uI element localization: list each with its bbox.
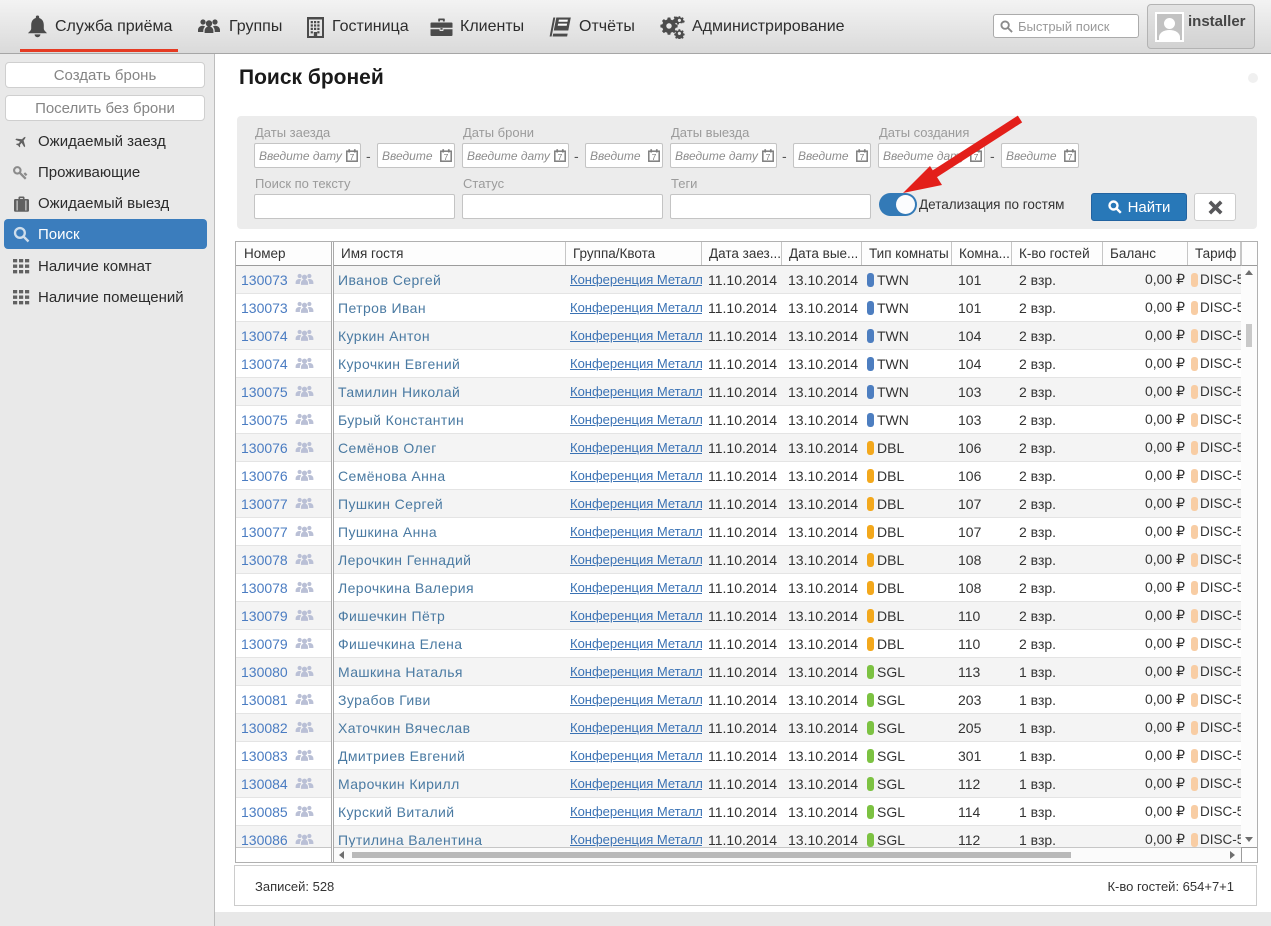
svg-text:7: 7 — [444, 152, 449, 162]
svg-text:7: 7 — [974, 152, 979, 162]
svg-text:7: 7 — [350, 152, 355, 162]
svg-text:7: 7 — [558, 152, 563, 162]
svg-text:7: 7 — [766, 152, 771, 162]
svg-text:7: 7 — [860, 152, 865, 162]
svg-text:7: 7 — [1068, 152, 1073, 162]
svg-text:7: 7 — [652, 152, 657, 162]
